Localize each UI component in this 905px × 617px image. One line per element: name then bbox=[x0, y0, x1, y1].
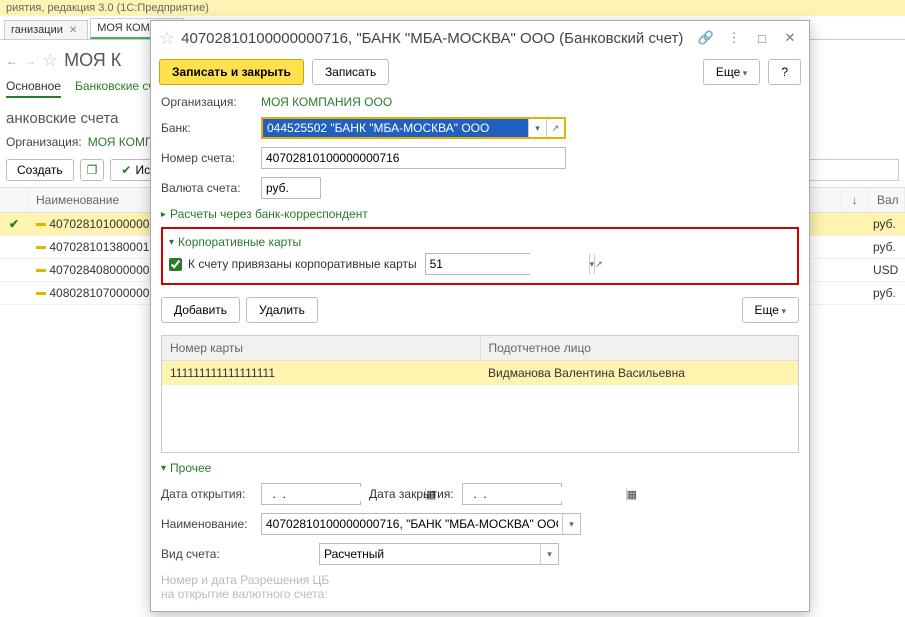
chevron-down-icon: ▾ bbox=[169, 237, 174, 248]
dialog-title: 40702810100000000716, "БАНК "МБА-МОСКВА"… bbox=[181, 30, 689, 47]
account-mark-icon bbox=[36, 269, 46, 272]
check-icon: ✔ bbox=[9, 217, 19, 231]
account-number: 40702810100000000 bbox=[49, 217, 162, 231]
kebab-icon[interactable]: ⋮ bbox=[723, 27, 745, 49]
kind-label: Вид счета: bbox=[161, 547, 311, 561]
chevron-right-icon: ▾ bbox=[158, 211, 169, 216]
table-row[interactable]: 111111111111111111Видманова Валентина Ва… bbox=[162, 361, 798, 385]
account-mark-icon bbox=[36, 246, 46, 249]
currency-input[interactable] bbox=[261, 177, 321, 199]
open-ref-icon[interactable]: ↗ bbox=[594, 254, 603, 274]
acctnum-label: Номер счета: bbox=[161, 151, 253, 165]
tab-label: ганизации bbox=[11, 24, 63, 36]
save-button[interactable]: Записать bbox=[312, 59, 389, 85]
account-mark-icon bbox=[36, 223, 46, 226]
corp-cards-checkbox-row[interactable]: К счету привязаны корпоративные карты bbox=[169, 257, 417, 271]
calendar-icon[interactable]: ▦ bbox=[626, 488, 637, 501]
delete-button[interactable]: Удалить bbox=[246, 297, 318, 323]
account-currency: руб. bbox=[869, 282, 905, 304]
col-sort[interactable]: ↓ bbox=[841, 188, 869, 212]
name-combo[interactable]: ▾ bbox=[261, 513, 581, 535]
col-card-number[interactable]: Номер карты bbox=[162, 336, 481, 360]
cards-table: Номер карты Подотчетное лицо 11111111111… bbox=[161, 335, 799, 453]
account-currency: USD bbox=[869, 259, 905, 281]
col-person[interactable]: Подотчетное лицо bbox=[481, 336, 799, 360]
cards-toolbar: Добавить Удалить Еще bbox=[161, 297, 799, 323]
tab-organizations[interactable]: ганизации ✕ bbox=[4, 20, 88, 39]
name-label: Наименование: bbox=[161, 517, 253, 531]
corporate-cards-section: ▾ Корпоративные карты К счету привязаны … bbox=[161, 227, 799, 285]
open-ref-icon[interactable]: ↗ bbox=[546, 119, 564, 137]
account-number: 40702840800000011 bbox=[49, 263, 162, 277]
bank-account-dialog: ☆ 40702810100000000716, "БАНК "МБА-МОСКВ… bbox=[150, 20, 810, 612]
org-link[interactable]: МОЯ КОМПАНИЯ ООО bbox=[261, 95, 392, 109]
maximize-icon[interactable]: □ bbox=[751, 27, 773, 49]
kind-combo[interactable]: ▾ bbox=[319, 543, 559, 565]
open-date-input[interactable]: ▦ bbox=[261, 483, 361, 505]
add-button[interactable]: Добавить bbox=[161, 297, 240, 323]
more-button[interactable]: Еще bbox=[742, 297, 799, 323]
corp-cards-check-label: К счету привязаны корпоративные карты bbox=[188, 257, 417, 271]
favorite-icon[interactable]: ☆ bbox=[159, 28, 175, 49]
open-date-label: Дата открытия: bbox=[161, 487, 253, 501]
copy-icon: ❐ bbox=[87, 163, 98, 177]
page-title: МОЯ К bbox=[64, 50, 121, 71]
other-expander[interactable]: ▾ Прочее bbox=[161, 461, 799, 475]
account-currency: руб. bbox=[869, 213, 905, 235]
dropdown-icon[interactable]: ▾ bbox=[540, 544, 558, 564]
close-date-field[interactable] bbox=[463, 487, 626, 501]
cb-permission-note: Номер и дата Разрешения ЦБ на открытие в… bbox=[161, 573, 799, 601]
nav-main[interactable]: Основное bbox=[6, 79, 61, 98]
close-icon[interactable]: ✕ bbox=[69, 25, 77, 36]
col-currency[interactable]: Вал bbox=[869, 188, 905, 212]
name-input[interactable] bbox=[262, 514, 562, 534]
kind-input[interactable] bbox=[320, 544, 540, 564]
cards-header: Номер карты Подотчетное лицо bbox=[162, 336, 798, 361]
forward-icon[interactable]: → bbox=[24, 54, 36, 68]
link-icon[interactable]: 🔗 bbox=[695, 27, 717, 49]
bank-input[interactable] bbox=[263, 119, 528, 137]
dropdown-icon[interactable]: ▾ bbox=[562, 514, 580, 534]
close-date-label: Дата закрытия: bbox=[369, 487, 454, 501]
dropdown-icon[interactable]: ▾ bbox=[528, 119, 546, 137]
bank-combo[interactable]: ▾ ↗ bbox=[261, 117, 566, 139]
account-mark-icon bbox=[36, 292, 46, 295]
copy-button[interactable]: ❐ bbox=[80, 159, 105, 181]
corp-cards-checkbox[interactable] bbox=[169, 258, 182, 271]
currency-label: Валюта счета: bbox=[161, 181, 253, 195]
chevron-down-icon: ▾ bbox=[161, 463, 166, 474]
save-and-close-button[interactable]: Записать и закрыть bbox=[159, 59, 304, 85]
close-icon[interactable]: ✕ bbox=[779, 27, 801, 49]
help-button[interactable]: ? bbox=[768, 59, 801, 85]
app-titlebar: риятия, редакция 3.0 (1С:Предприятие) bbox=[0, 0, 905, 16]
corp-cards-expander[interactable]: ▾ Корпоративные карты bbox=[169, 235, 791, 249]
dialog-toolbar: Записать и закрыть Записать Еще ? bbox=[151, 55, 809, 89]
card-number: 111111111111111111 bbox=[162, 361, 480, 385]
create-button[interactable]: Создать bbox=[6, 159, 74, 181]
dialog-titlebar: ☆ 40702810100000000716, "БАНК "МБА-МОСКВ… bbox=[151, 21, 809, 55]
corr-bank-expander[interactable]: ▾ Расчеты через банк-корреспондент bbox=[161, 207, 799, 221]
bank-label: Банк: bbox=[161, 121, 253, 135]
org-label: Организация: bbox=[161, 95, 253, 109]
favorite-icon[interactable]: ☆ bbox=[42, 50, 58, 71]
close-date-input[interactable]: ▦ bbox=[462, 483, 562, 505]
more-button[interactable]: Еще bbox=[703, 59, 760, 85]
accountable-person: Видманова Валентина Васильевна bbox=[480, 361, 798, 385]
acctnum-input[interactable] bbox=[261, 147, 566, 169]
org-label: Организация: bbox=[6, 135, 82, 149]
account-number: 40702810138000131 bbox=[49, 240, 162, 254]
dialog-body: Организация: МОЯ КОМПАНИЯ ООО Банк: ▾ ↗ … bbox=[151, 89, 809, 611]
back-icon[interactable]: ← bbox=[6, 54, 18, 68]
check-icon: ✔ bbox=[121, 163, 131, 177]
account-currency: руб. bbox=[869, 236, 905, 258]
corp-account-combo[interactable]: ▾ ↗ bbox=[425, 253, 530, 275]
account-number: 40802810700000001 bbox=[49, 286, 162, 300]
corp-account-input[interactable] bbox=[426, 254, 589, 274]
